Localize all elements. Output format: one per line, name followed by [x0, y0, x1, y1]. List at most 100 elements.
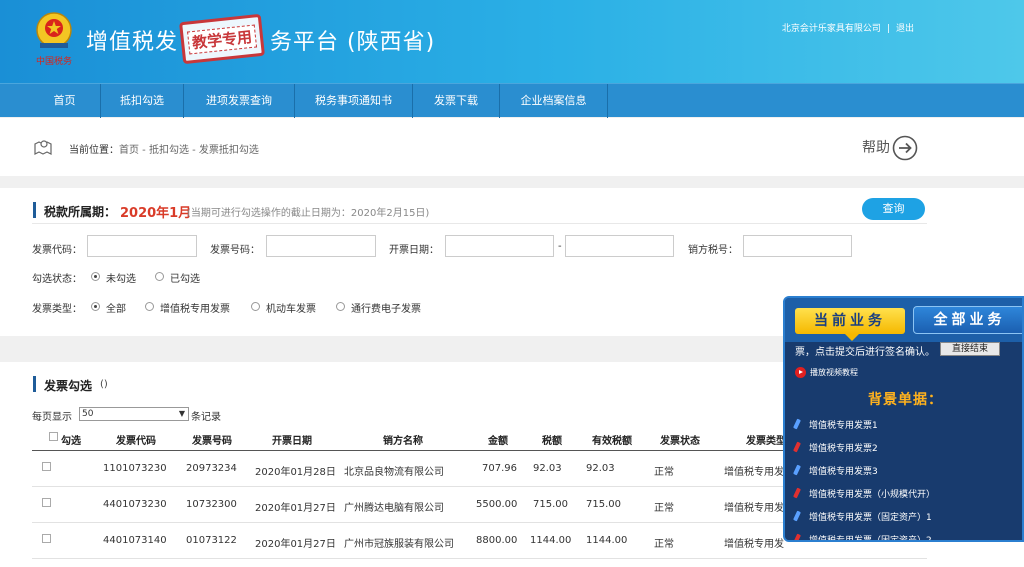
- cell-invoice-number: 01073122: [186, 535, 237, 546]
- stamp-text: 教学专用: [186, 24, 258, 54]
- task-tabs: 当前业务 全部业务: [785, 298, 1022, 342]
- tax-period-value: 2020年1月: [120, 206, 192, 221]
- teaching-stamp: 教学专用: [179, 13, 265, 65]
- cell-amount: 5500.00: [476, 499, 518, 510]
- nav-invoice-download[interactable]: 发票下载: [413, 84, 500, 118]
- cell-effective-tax: 92.03: [586, 463, 615, 474]
- header: 中国税务 增值税发 务平台 (陕西省) 教学专用 北京会计乐家具有限公司 | 退出: [0, 0, 1024, 83]
- breadcrumb: 当前位置：首页 - 抵扣勾选 - 发票抵扣勾选: [69, 141, 259, 156]
- page-size-select[interactable]: 50 ▼: [79, 407, 189, 421]
- play-video-link[interactable]: 播放视频教程: [810, 367, 858, 378]
- invoice-number-label: 发票号码：: [210, 245, 260, 256]
- tax-emblem-icon: [36, 12, 72, 48]
- tax-period-label: 税款所属期：: [44, 205, 117, 219]
- end-task-button[interactable]: 直接结束: [940, 342, 1000, 356]
- cell-issue-date: 2020年01月27日: [255, 503, 336, 514]
- radio-type-toll[interactable]: [336, 302, 345, 311]
- seller-tax-id-label: 销方税号：: [688, 245, 738, 256]
- date-range-separator: -: [558, 241, 562, 252]
- cell-seller-name: 北京品良物流有限公司: [344, 467, 444, 478]
- radio-type-vehicle[interactable]: [251, 302, 260, 311]
- list-title: 发票勾选: [44, 379, 93, 393]
- radio-unchecked[interactable]: [91, 272, 100, 281]
- cell-invoice-type: 增值税专用发: [724, 503, 784, 514]
- invoice-code-label: 发票代码：: [32, 245, 82, 256]
- logout-link[interactable]: 退出: [896, 24, 914, 34]
- dropdown-arrow-icon: ▼: [178, 409, 185, 418]
- radio-checked[interactable]: [155, 272, 164, 281]
- query-button[interactable]: 查询: [862, 198, 925, 220]
- task-instruction: 票，点击提交后进行签名确认。: [795, 347, 935, 358]
- radio-type-toll-label[interactable]: 通行费电子发票: [351, 300, 421, 315]
- issue-date-end-input[interactable]: [565, 235, 674, 257]
- background-doc-label: 增值税专用发票（固定资产）2: [809, 536, 932, 542]
- tax-period-note: (当期可进行勾选操作的截止日期为：2020年2月15日): [187, 208, 430, 219]
- cell-amount: 707.96: [482, 463, 517, 474]
- breadcrumb-bar: 当前位置：首页 - 抵扣勾选 - 发票抵扣勾选 帮助: [0, 118, 1024, 176]
- cell-seller-name: 广州腾达电脑有限公司: [344, 503, 444, 514]
- main-nav: 首页 抵扣勾选 进项发票查询 税务事项通知书 发票下载 企业档案信息: [0, 83, 1024, 118]
- breadcrumb-path[interactable]: 首页 - 抵扣勾选 - 发票抵扣勾选: [119, 145, 259, 156]
- cell-invoice-code: 4401073140: [103, 535, 167, 546]
- col-seller-name: 销方名称: [383, 436, 423, 447]
- invoice-code-input[interactable]: [87, 235, 197, 257]
- nav-deduction-select[interactable]: 抵扣勾选: [101, 84, 184, 118]
- radio-unchecked-label[interactable]: 未勾选: [106, 270, 136, 285]
- pen-icon: [793, 487, 801, 499]
- cell-invoice-number: 20973234: [186, 463, 237, 474]
- radio-type-all[interactable]: [91, 302, 100, 311]
- row-checkbox[interactable]: [42, 462, 51, 471]
- page-size-suffix: 条记录: [191, 412, 221, 423]
- breadcrumb-label: 当前位置：: [69, 145, 119, 156]
- col-invoice-status: 发票状态: [660, 436, 700, 447]
- issue-date-label: 开票日期：: [389, 245, 439, 256]
- pen-icon: [793, 418, 801, 430]
- pen-icon: [793, 464, 801, 476]
- radio-type-vat-special-label[interactable]: 增值税专用发票: [160, 300, 230, 315]
- nav-tax-notice[interactable]: 税务事项通知书: [295, 84, 413, 118]
- col-tax: 税额: [542, 436, 562, 447]
- cell-invoice-status: 正常: [654, 503, 674, 514]
- cell-issue-date: 2020年01月28日: [255, 467, 336, 478]
- tab-all-tasks[interactable]: 全部业务: [913, 306, 1022, 334]
- cell-invoice-code: 1101073230: [103, 463, 167, 474]
- task-body: 票，点击提交后进行签名确认。 直接结束 播放视频教程 背景单据： 增值税专用发票…: [785, 342, 1022, 542]
- nav-company-profile[interactable]: 企业档案信息: [500, 84, 608, 118]
- cell-tax: 92.03: [533, 463, 562, 474]
- arrow-right-circle-icon[interactable]: [892, 135, 918, 161]
- row-checkbox[interactable]: [42, 498, 51, 507]
- invoice-number-input[interactable]: [266, 235, 376, 257]
- radio-type-vehicle-label[interactable]: 机动车发票: [266, 300, 316, 315]
- play-icon[interactable]: [795, 367, 806, 378]
- issue-date-start-input[interactable]: [445, 235, 554, 257]
- link-separator: |: [886, 24, 890, 34]
- pen-icon: [793, 510, 801, 522]
- row-checkbox[interactable]: [42, 534, 51, 543]
- col-invoice-number: 发票号码: [192, 436, 232, 447]
- invoice-type-label: 发票类型：: [32, 304, 82, 315]
- background-docs-title: 背景单据：: [868, 392, 943, 408]
- seller-tax-id-input[interactable]: [743, 235, 852, 257]
- radio-checked-label[interactable]: 已勾选: [170, 270, 200, 285]
- radio-type-all-label[interactable]: 全部: [106, 300, 126, 315]
- radio-type-vat-special[interactable]: [145, 302, 154, 311]
- location-pin-icon: [34, 140, 52, 155]
- cell-seller-name: 广州市冠族服装有限公司: [344, 539, 454, 550]
- section-bar: [33, 376, 36, 392]
- cell-effective-tax: 1144.00: [586, 535, 628, 546]
- check-status-label: 勾选状态：: [32, 274, 82, 285]
- help-link[interactable]: 帮助: [862, 137, 890, 157]
- tab-current-task[interactable]: 当前业务: [795, 308, 905, 341]
- nav-home[interactable]: 首页: [29, 84, 101, 118]
- background-doc-label: 增值税专用发票2: [809, 444, 878, 454]
- cell-invoice-number: 10732300: [186, 499, 237, 510]
- cell-tax: 715.00: [533, 499, 568, 510]
- cell-invoice-status: 正常: [654, 539, 674, 550]
- company-name[interactable]: 北京会计乐家具有限公司: [782, 24, 881, 34]
- cell-amount: 8800.00: [476, 535, 518, 546]
- col-amount: 金额: [488, 436, 508, 447]
- select-all-checkbox[interactable]: [49, 432, 58, 441]
- page-size-label: 每页显示: [32, 412, 72, 423]
- cell-invoice-type: 增值税专用发: [724, 467, 784, 478]
- nav-input-invoice-query[interactable]: 进项发票查询: [184, 84, 295, 118]
